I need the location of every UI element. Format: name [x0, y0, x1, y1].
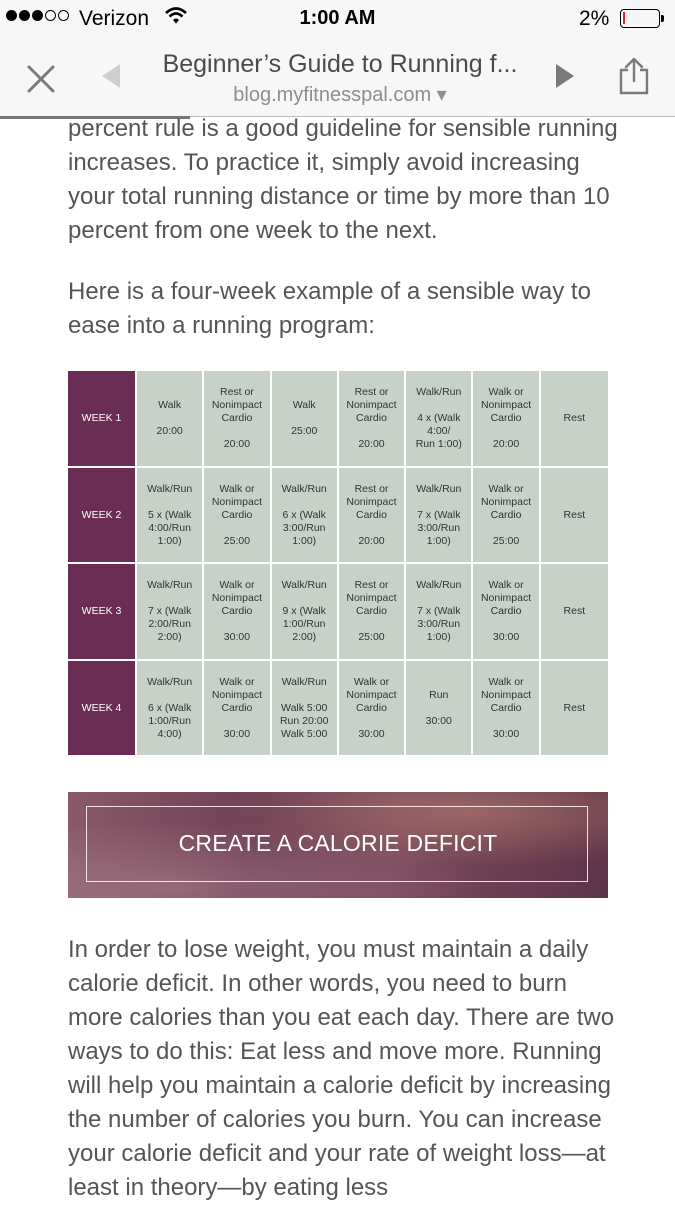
table-row: WEEK 4 Walk/Run 6 x (Walk 1:00/Run 4:00)…	[68, 661, 608, 755]
banner-heading: CREATE A CALORIE DEFICIT	[178, 830, 498, 856]
table-cell: Walk/Run 7 x (Walk 3:00/Run 1:00)	[406, 564, 474, 662]
table-cell: Walk or Nonimpact Cardio 30:00	[473, 661, 541, 755]
table-cell: Rest	[540, 467, 608, 565]
table-cell: Walk or Nonimpact Cardio 30:00	[204, 661, 272, 755]
table-cell: Walk/Run Walk 5:00 Run 20:00 Walk 5:00	[271, 661, 339, 755]
running-plan-table: WEEK 1 Walk 20:00 Rest or Nonimpact Card…	[68, 371, 608, 755]
table-cell: Rest or Nonimpact Cardio 20:00	[204, 371, 272, 468]
table-row: WEEK 3 Walk/Run 7 x (Walk 2:00/Run 2:00)…	[68, 564, 608, 662]
week-label: WEEK 3	[68, 564, 137, 662]
week-label: WEEK 2	[68, 467, 137, 565]
battery-icon	[620, 9, 660, 28]
table-cell: Walk 25:00	[271, 371, 339, 468]
table-cell: Walk or Nonimpact Cardio 30:00	[204, 564, 272, 662]
page-title[interactable]: Beginner’s Guide to Running f...	[140, 50, 540, 79]
table-cell: Rest	[540, 661, 608, 755]
table-cell: Rest or Nonimpact Cardio 25:00	[338, 564, 407, 662]
table-cell: Rest or Nonimpact Cardio 20:00	[338, 467, 407, 565]
table-cell: Walk or Nonimpact Cardio 20:00	[473, 371, 541, 468]
table-cell: Walk or Nonimpact Cardio 25:00	[473, 467, 541, 565]
table-cell: Walk/Run 6 x (Walk 1:00/Run 4:00)	[137, 661, 205, 755]
status-time: 1:00 AM	[299, 7, 376, 29]
browser-nav-bar: Beginner’s Guide to Running f... blog.my…	[0, 38, 675, 119]
table-cell: Walk 20:00	[137, 371, 205, 468]
table-cell: Walk/Run 7 x (Walk 3:00/Run 1:00)	[406, 467, 474, 565]
table-row: WEEK 2 Walk/Run 5 x (Walk 4:00/Run 1:00)…	[68, 467, 608, 565]
chevron-right-icon[interactable]	[550, 58, 580, 94]
table-cell: Walk or Nonimpact Cardio 25:00	[204, 467, 272, 565]
table-row: WEEK 1 Walk 20:00 Rest or Nonimpact Card…	[68, 371, 608, 468]
table-cell: Walk/Run 6 x (Walk 3:00/Run 1:00)	[271, 467, 339, 565]
table-cell: Walk/Run 4 x (Walk 4:00/ Run 1:00)	[406, 371, 474, 468]
table-cell: Rest or Nonimpact Cardio 20:00	[338, 371, 407, 468]
share-icon[interactable]	[613, 54, 655, 98]
week-label: WEEK 1	[68, 371, 137, 468]
close-icon[interactable]	[22, 60, 60, 98]
article-paragraph: percent rule is a good guideline for sen…	[68, 115, 618, 244]
status-bar: Verizon 1:00 AM 2%	[0, 0, 675, 38]
table-cell: Walk/Run 5 x (Walk 4:00/Run 1:00)	[137, 467, 205, 565]
table-cell: Rest	[540, 371, 608, 468]
page-domain[interactable]: blog.myfitnesspal.com ▾	[140, 82, 540, 107]
article-paragraph: In order to lose weight, you must mainta…	[68, 936, 615, 1201]
article-paragraph: Here is a four-week example of a sensibl…	[68, 278, 591, 339]
table-cell: Walk/Run 7 x (Walk 2:00/Run 2:00)	[137, 564, 205, 662]
chevron-left-icon[interactable]	[96, 58, 126, 94]
week-label: WEEK 4	[68, 661, 137, 755]
table-cell: Rest	[540, 564, 608, 662]
battery-nub	[661, 15, 664, 22]
table-cell: Walk or Nonimpact Cardio 30:00	[338, 661, 407, 755]
table-cell: Walk/Run 9 x (Walk 1:00/Run 2:00)	[271, 564, 339, 662]
section-banner: CREATE A CALORIE DEFICIT	[68, 792, 608, 898]
battery-percentage: 2%	[579, 7, 610, 30]
table-cell: Walk or Nonimpact Cardio 30:00	[473, 564, 541, 662]
table-cell: Run 30:00	[406, 661, 474, 755]
